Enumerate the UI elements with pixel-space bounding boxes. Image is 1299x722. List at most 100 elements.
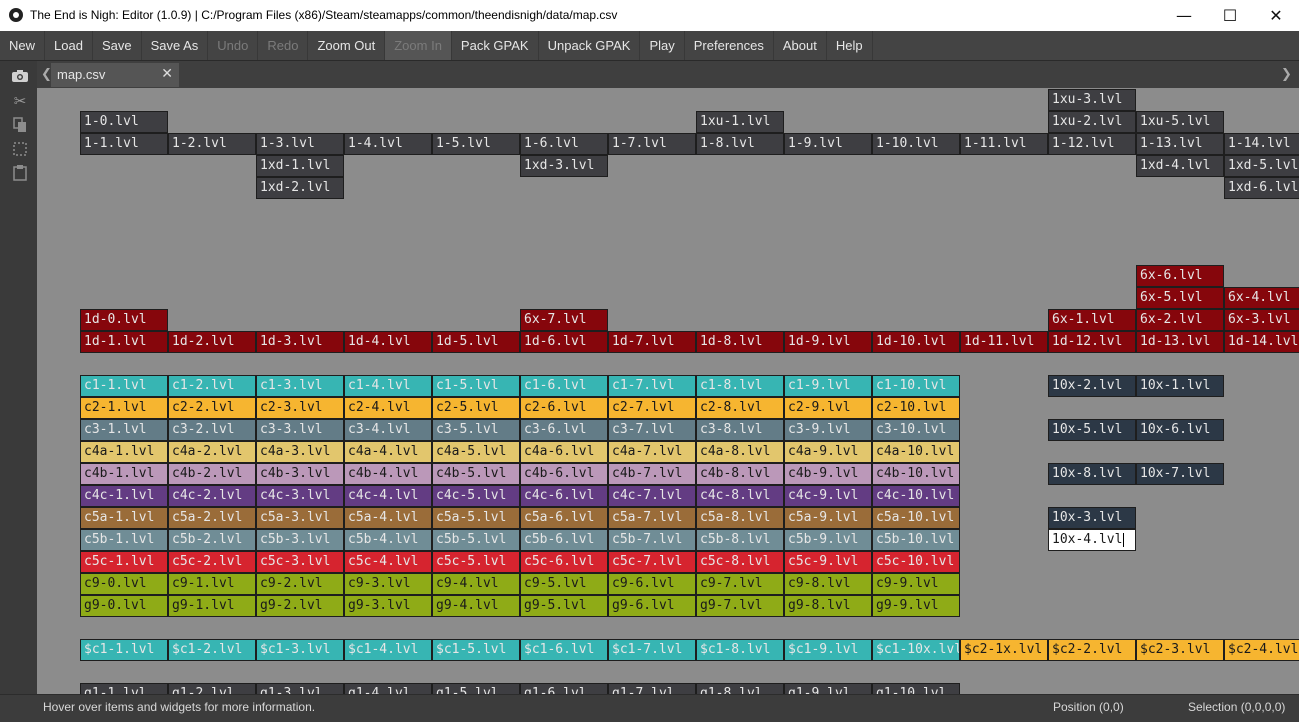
map-cell[interactable]: 1xu-2.lvl bbox=[1048, 111, 1136, 133]
maximize-button[interactable]: ☐ bbox=[1207, 0, 1253, 31]
map-cell[interactable]: c9-7.lvl bbox=[696, 573, 784, 595]
map-cell[interactable]: $c2-3.lvl bbox=[1136, 639, 1224, 661]
map-cell[interactable]: c5a-2.lvl bbox=[168, 507, 256, 529]
map-cell[interactable]: c2-3.lvl bbox=[256, 397, 344, 419]
map-cell[interactable]: 1xd-2.lvl bbox=[256, 177, 344, 199]
map-cell[interactable]: 6x-6.lvl bbox=[1136, 265, 1224, 287]
map-cell[interactable]: c5b-5.lvl bbox=[432, 529, 520, 551]
map-cell[interactable]: c4c-5.lvl bbox=[432, 485, 520, 507]
map-cell[interactable]: c9-4.lvl bbox=[432, 573, 520, 595]
map-cell[interactable]: 1d-14.lvl bbox=[1224, 331, 1299, 353]
scissors-icon[interactable]: ✂ bbox=[10, 91, 30, 111]
map-cell[interactable]: 1-4.lvl bbox=[344, 133, 432, 155]
paste-icon[interactable] bbox=[10, 163, 30, 183]
map-cell[interactable]: 1-12.lvl bbox=[1048, 133, 1136, 155]
map-cell[interactable]: 1xd-1.lvl bbox=[256, 155, 344, 177]
map-cell[interactable]: c1-2.lvl bbox=[168, 375, 256, 397]
map-cell[interactable]: 6x-3.lvl bbox=[1224, 309, 1299, 331]
map-cell[interactable]: g1-3.lvl bbox=[256, 683, 344, 694]
map-cell[interactable]: 1-10.lvl bbox=[872, 133, 960, 155]
map-cell[interactable]: $c1-8.lvl bbox=[696, 639, 784, 661]
map-cell[interactable]: c5a-3.lvl bbox=[256, 507, 344, 529]
map-cell[interactable]: c5c-3.lvl bbox=[256, 551, 344, 573]
map-cell[interactable]: c3-6.lvl bbox=[520, 419, 608, 441]
map-cell[interactable]: c5a-4.lvl bbox=[344, 507, 432, 529]
map-cell[interactable]: 1d-8.lvl bbox=[696, 331, 784, 353]
map-cell[interactable]: c3-10.lvl bbox=[872, 419, 960, 441]
map-cell[interactable]: 1d-5.lvl bbox=[432, 331, 520, 353]
map-cell[interactable]: c9-6.lvl bbox=[608, 573, 696, 595]
map-cell[interactable]: $c2-2.lvl bbox=[1048, 639, 1136, 661]
map-cell[interactable]: c5c-5.lvl bbox=[432, 551, 520, 573]
map-cell[interactable]: c4b-5.lvl bbox=[432, 463, 520, 485]
map-cell[interactable]: c2-7.lvl bbox=[608, 397, 696, 419]
map-cell[interactable]: c4a-8.lvl bbox=[696, 441, 784, 463]
minimize-button[interactable]: — bbox=[1161, 0, 1207, 31]
map-cell[interactable]: c1-4.lvl bbox=[344, 375, 432, 397]
map-cell[interactable]: 1d-12.lvl bbox=[1048, 331, 1136, 353]
map-cell[interactable]: c5b-1.lvl bbox=[80, 529, 168, 551]
map-cell[interactable]: 6x-1.lvl bbox=[1048, 309, 1136, 331]
map-cell[interactable]: c5b-2.lvl bbox=[168, 529, 256, 551]
map-cell[interactable]: $c2-4.lvl bbox=[1224, 639, 1299, 661]
map-cell[interactable]: 1-0.lvl bbox=[80, 111, 168, 133]
map-cell[interactable]: c9-8.lvl bbox=[784, 573, 872, 595]
map-cell[interactable]: g9-1.lvl bbox=[168, 595, 256, 617]
menu-zoom-in[interactable]: Zoom In bbox=[385, 31, 452, 60]
menu-save-as[interactable]: Save As bbox=[142, 31, 209, 60]
map-cell[interactable]: 1-1.lvl bbox=[80, 133, 168, 155]
map-cell[interactable]: c4c-6.lvl bbox=[520, 485, 608, 507]
map-cell[interactable]: c3-5.lvl bbox=[432, 419, 520, 441]
map-cell[interactable]: 1d-2.lvl bbox=[168, 331, 256, 353]
select-icon[interactable] bbox=[10, 139, 30, 159]
map-cell[interactable]: c4a-5.lvl bbox=[432, 441, 520, 463]
map-cell[interactable]: g9-2.lvl bbox=[256, 595, 344, 617]
map-cell[interactable]: $c2-1x.lvl bbox=[960, 639, 1048, 661]
map-cell[interactable]: g1-9.lvl bbox=[784, 683, 872, 694]
map-cell[interactable]: 1xu-1.lvl bbox=[696, 111, 784, 133]
map-cell[interactable]: c4b-1.lvl bbox=[80, 463, 168, 485]
map-cell[interactable]: c5b-6.lvl bbox=[520, 529, 608, 551]
map-cell[interactable]: c3-4.lvl bbox=[344, 419, 432, 441]
map-cell[interactable]: c9-9.lvl bbox=[872, 573, 960, 595]
map-cell[interactable]: 1-6.lvl bbox=[520, 133, 608, 155]
map-cell[interactable]: 1d-3.lvl bbox=[256, 331, 344, 353]
map-cell[interactable]: 1xd-6.lvl bbox=[1224, 177, 1299, 199]
map-cell[interactable]: $c1-9.lvl bbox=[784, 639, 872, 661]
map-cell[interactable]: 1xu-3.lvl bbox=[1048, 89, 1136, 111]
map-cell[interactable]: 10x-5.lvl bbox=[1048, 419, 1136, 441]
tab-scroll-right-icon[interactable]: ❯ bbox=[1281, 67, 1292, 82]
map-cell[interactable]: c4c-1.lvl bbox=[80, 485, 168, 507]
map-cell[interactable]: c9-3.lvl bbox=[344, 573, 432, 595]
menu-undo[interactable]: Undo bbox=[208, 31, 259, 60]
map-cell[interactable]: c5c-8.lvl bbox=[696, 551, 784, 573]
map-cell[interactable]: c2-9.lvl bbox=[784, 397, 872, 419]
map-cell[interactable]: c4a-10.lvl bbox=[872, 441, 960, 463]
map-cell[interactable]: g1-5.lvl bbox=[432, 683, 520, 694]
map-canvas[interactable]: 1xu-3.lvl 1-0.lvl 1xu-1.lvl 1xu-2.lvl 1xu-5.… bbox=[37, 88, 1299, 694]
map-cell[interactable]: c5c-1.lvl bbox=[80, 551, 168, 573]
map-cell[interactable]: g1-2.lvl bbox=[168, 683, 256, 694]
map-cell[interactable]: c1-7.lvl bbox=[608, 375, 696, 397]
map-cell[interactable]: 10x-3.lvl bbox=[1048, 507, 1136, 529]
map-cell[interactable]: c4a-6.lvl bbox=[520, 441, 608, 463]
map-cell[interactable]: c5a-8.lvl bbox=[696, 507, 784, 529]
menu-about[interactable]: About bbox=[774, 31, 827, 60]
map-cell[interactable]: c4c-8.lvl bbox=[696, 485, 784, 507]
map-cell[interactable]: g9-5.lvl bbox=[520, 595, 608, 617]
camera-icon[interactable] bbox=[10, 66, 30, 86]
map-cell[interactable]: c4c-10.lvl bbox=[872, 485, 960, 507]
map-cell[interactable]: 1xd-5.lvl bbox=[1224, 155, 1299, 177]
map-cell[interactable]: 10x-7.lvl bbox=[1136, 463, 1224, 485]
cell-edit-input[interactable]: 10x-4.lvl bbox=[1048, 529, 1136, 551]
map-cell[interactable]: c5c-10.lvl bbox=[872, 551, 960, 573]
map-cell[interactable]: 10x-2.lvl bbox=[1048, 375, 1136, 397]
map-cell[interactable]: c2-1.lvl bbox=[80, 397, 168, 419]
map-cell[interactable]: c4a-4.lvl bbox=[344, 441, 432, 463]
map-cell[interactable]: c5b-7.lvl bbox=[608, 529, 696, 551]
map-cell[interactable]: 1d-9.lvl bbox=[784, 331, 872, 353]
map-cell[interactable]: c5c-2.lvl bbox=[168, 551, 256, 573]
map-cell[interactable]: 6x-4.lvl bbox=[1224, 287, 1299, 309]
map-cell[interactable]: 1-9.lvl bbox=[784, 133, 872, 155]
map-cell[interactable]: c3-9.lvl bbox=[784, 419, 872, 441]
